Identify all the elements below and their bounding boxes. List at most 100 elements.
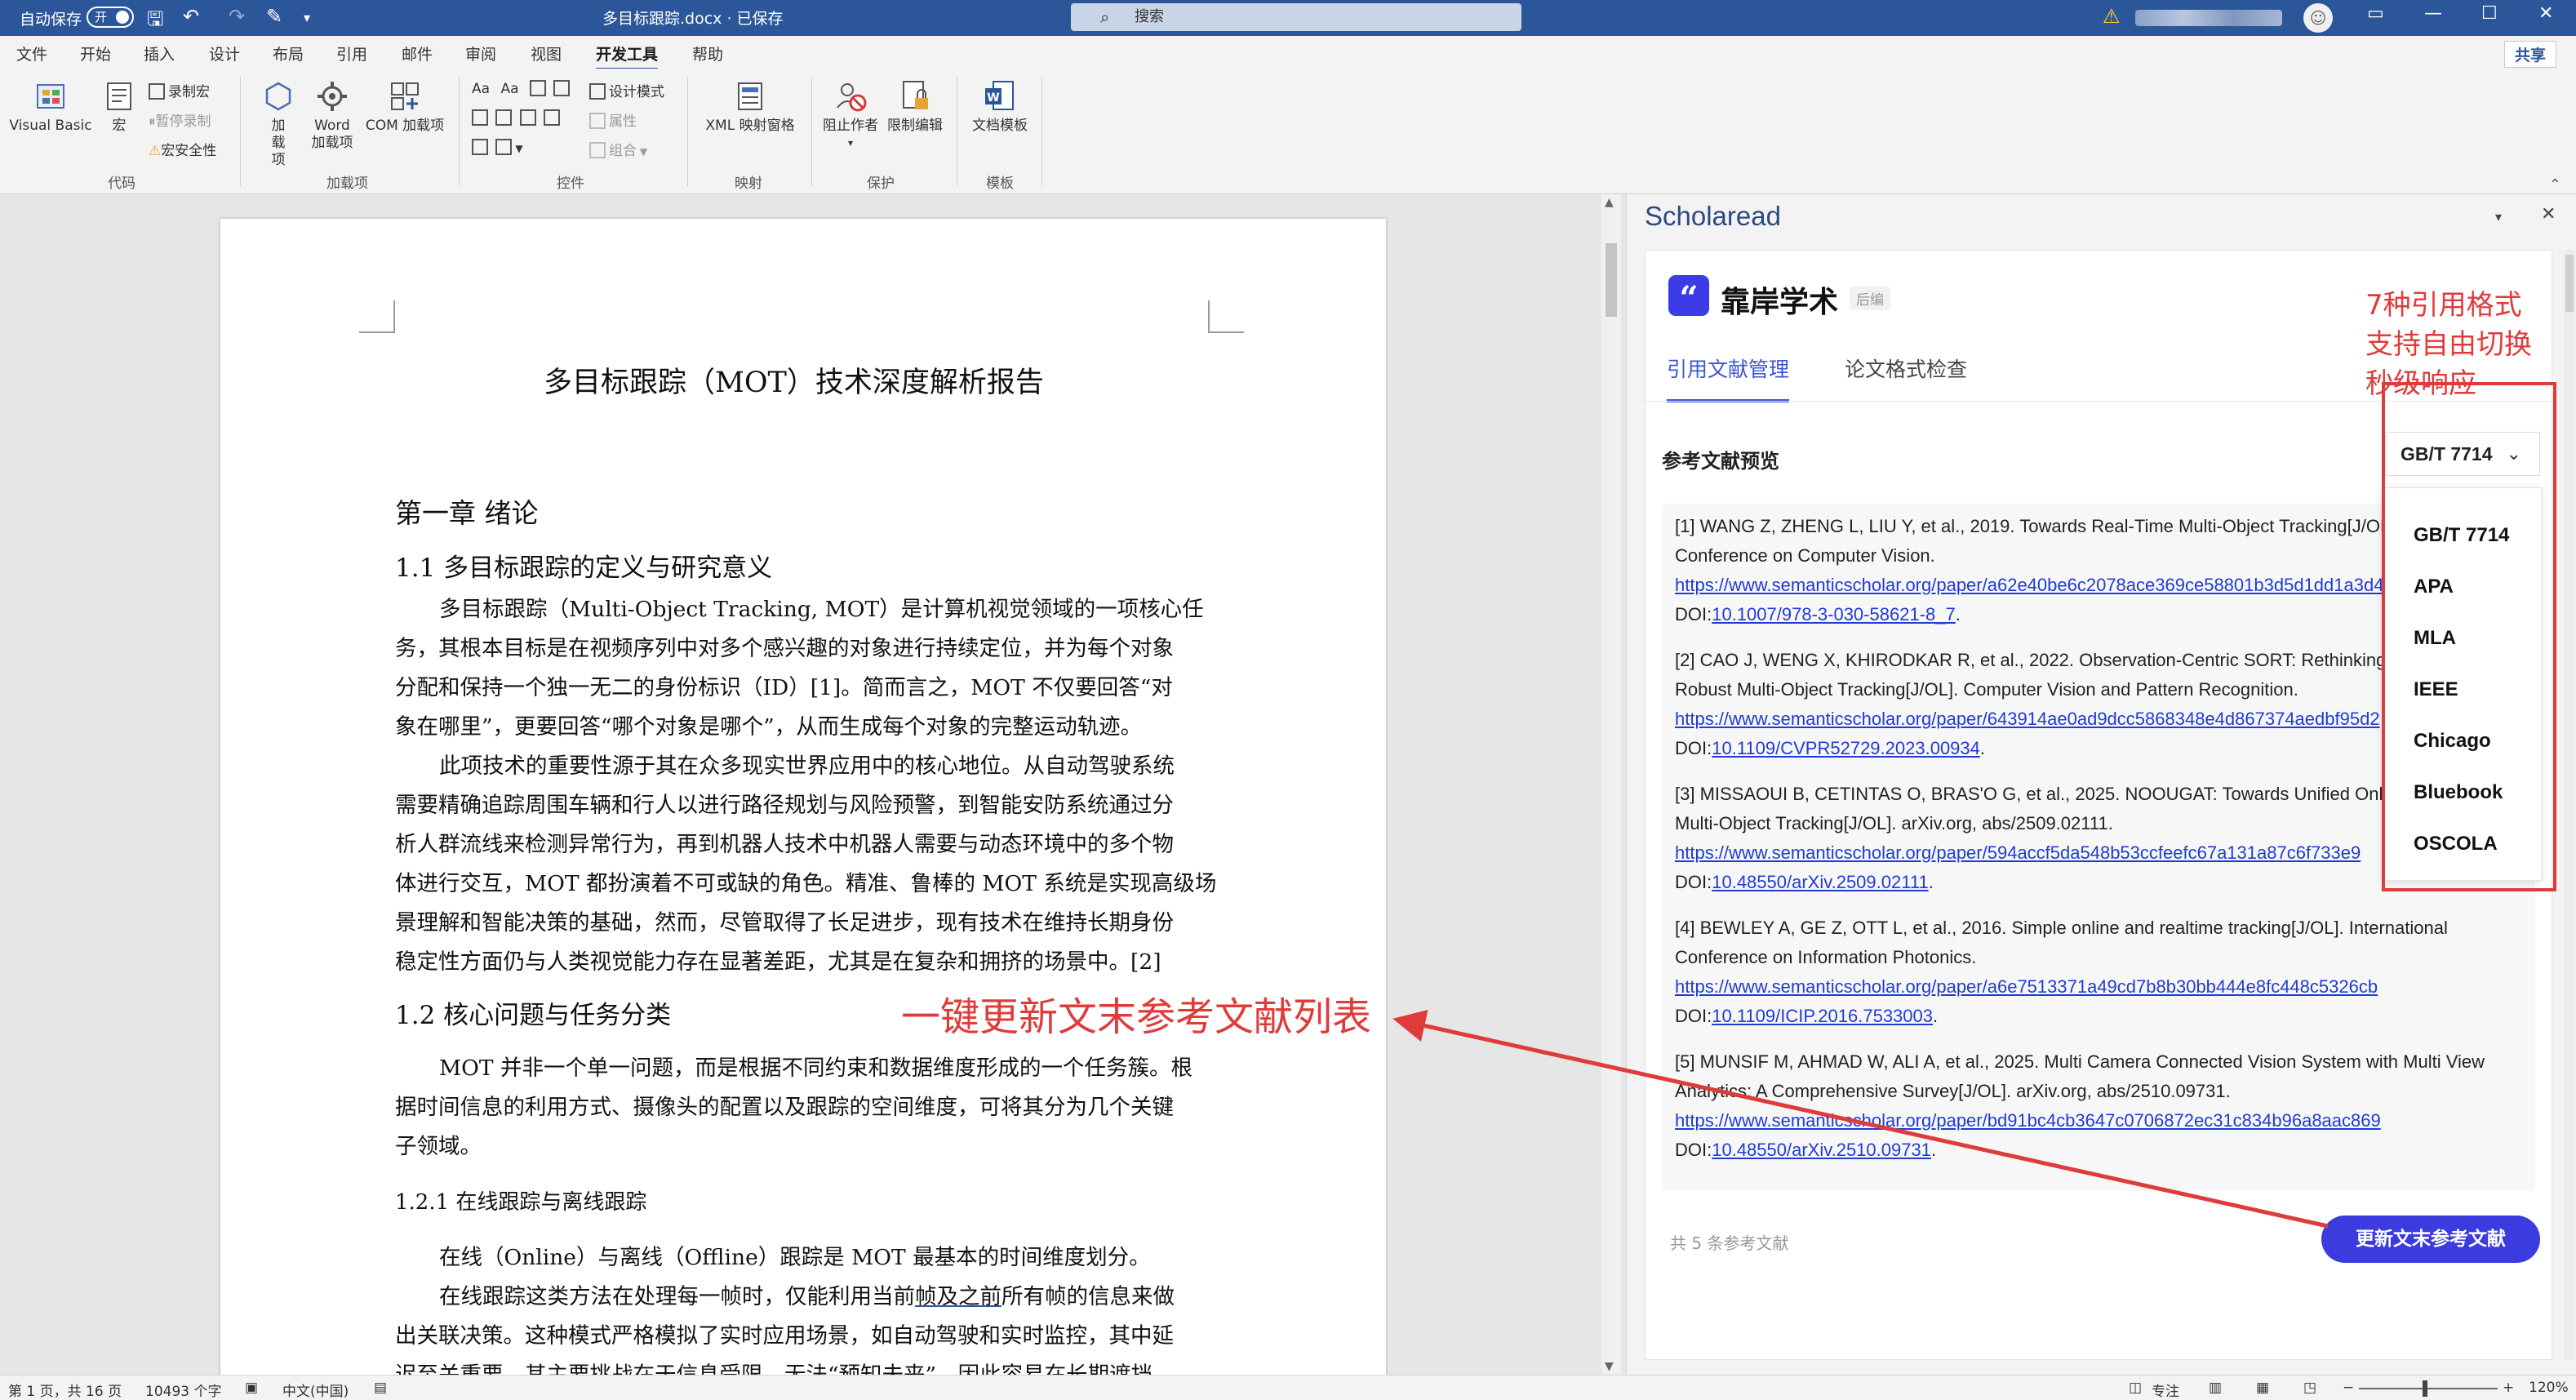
search-box[interactable]: ⌕ 搜索 (1071, 3, 1521, 31)
scrollbar-thumb[interactable] (2565, 255, 2574, 312)
paragraph-line[interactable]: 多目标跟踪（Multi-Object Tracking, MOT）是计算机视觉领… (439, 591, 1204, 623)
macro-security-button[interactable]: ⚠宏安全性 (149, 139, 216, 159)
reference-url[interactable]: https://www.semanticscholar.org/paper/a6… (1675, 571, 2383, 600)
collapse-ribbon-icon[interactable]: ⌃ (2549, 176, 2561, 193)
tab-references[interactable]: 引用 (336, 42, 367, 64)
paragraph-line[interactable]: 务，其根本目标是在视频序列中对多个感兴趣的对象进行持续定位，并为每个对象 (395, 630, 1174, 662)
page-count[interactable]: 第 1 页，共 16 页 (8, 1380, 122, 1400)
record-macro-button[interactable]: 录制宏 (149, 80, 210, 100)
tab-citation-management[interactable]: 引用文献管理 (1667, 353, 1790, 402)
tab-developer[interactable]: 开发工具 (596, 42, 659, 71)
tab-mailings[interactable]: 邮件 (402, 42, 433, 64)
tab-review[interactable]: 审阅 (465, 42, 496, 64)
accessibility-icon[interactable]: ▤ (374, 1380, 387, 1396)
minimize-icon[interactable]: — (2424, 3, 2442, 24)
paragraph-line[interactable]: 分配和保持一个独一无二的身份标识（ID）[1]。简而言之，MOT 不仅要回答“对 (395, 669, 1173, 701)
document-title[interactable]: 多目标跟踪.docx · 已保存 (602, 7, 784, 29)
document-scrollbar[interactable]: ▲ ▼ (1601, 194, 1621, 1375)
tab-home[interactable]: 开始 (80, 42, 111, 64)
combobox-control-icon[interactable] (495, 109, 513, 126)
checkbox-control-icon[interactable] (472, 109, 488, 126)
paragraph-line[interactable]: 子领域。 (395, 1128, 482, 1160)
date-picker-control-icon[interactable] (544, 109, 561, 126)
zoom-slider[interactable] (2359, 1388, 2498, 1389)
group-button[interactable]: 组合 ▼ (589, 139, 647, 159)
reference-url[interactable]: https://www.semanticscholar.org/paper/59… (1675, 838, 2361, 868)
zoom-in-icon[interactable]: + (2503, 1380, 2514, 1396)
zoom-out-icon[interactable]: − (2343, 1380, 2354, 1396)
document-page[interactable]: 多目标跟踪（MOT）技术深度解析报告 第一章 绪论 1.1 多目标跟踪的定义与研… (220, 219, 1386, 1386)
reference-link[interactable]: https://www.semanticscholar.org/paper/a6… (1675, 976, 2378, 997)
update-references-button[interactable]: 更新文末参考文献 (2321, 1216, 2540, 1263)
paragraph-line[interactable]: 此项技术的重要性源于其在众多现实世界应用中的核心地位。从自动驾驶系统 (439, 748, 1175, 780)
doi-link[interactable]: 10.1109/ICIP.2016.7533003 (1712, 1006, 1933, 1026)
paragraph-line[interactable]: 析人群流线来检测异常行为，再到机器人技术中机器人需要与动态环境中的多个物 (395, 826, 1174, 858)
doi-link[interactable]: 10.48550/arXiv.2510.09731 (1712, 1140, 1931, 1160)
web-layout-icon[interactable]: ◳ (2303, 1380, 2316, 1396)
maximize-icon[interactable]: ☐ (2481, 3, 2498, 24)
autosave-toggle[interactable]: 开 (87, 7, 134, 28)
format-painter-icon[interactable]: ✎ (266, 5, 282, 28)
building-block-control-icon[interactable] (553, 80, 571, 96)
macros-button[interactable]: 宏 (98, 78, 140, 135)
customize-qat-icon[interactable]: ▾ (304, 10, 310, 25)
close-icon[interactable]: ✕ (2538, 3, 2553, 24)
paragraph-line[interactable]: 景理解和智能决策的基础，然而，尽管取得了长足进步，现有技术在维持长期身份 (395, 904, 1174, 936)
paragraph-line[interactable]: 需要精确追踪周围车辆和行人以进行路径规划与风险预警，到智能安防系统通过分 (395, 787, 1174, 819)
pane-close-icon[interactable]: ✕ (2541, 204, 2556, 224)
repeating-section-icon[interactable] (472, 139, 488, 155)
paragraph-line[interactable]: 在线（Online）与离线（Offline）跟踪是 MOT 最基本的时间维度划分… (439, 1239, 1151, 1271)
reference-url[interactable]: https://www.semanticscholar.org/paper/a6… (1675, 972, 2378, 1002)
paragraph-line[interactable]: 在线跟踪这类方法在处理每一帧时，仅能利用当前帧及之前所有帧的信息来做 (439, 1278, 1175, 1310)
print-layout-icon[interactable]: ▦ (2256, 1380, 2269, 1396)
reference-link[interactable]: https://www.semanticscholar.org/paper/bd… (1675, 1110, 2381, 1131)
scroll-up-icon[interactable]: ▲ (1605, 196, 1614, 209)
properties-button[interactable]: 属性 (589, 109, 637, 130)
paragraph-line[interactable]: 出关联决策。这种模式严格模拟了实时应用场景，如自动驾驶和实时监控，其中延 (395, 1318, 1174, 1349)
paragraph-line[interactable]: 稳定性方面仍与人类视觉能力存在显著差距，尤其是在复杂和拥挤的场景中。[2] (395, 944, 1161, 976)
document-heading[interactable]: 多目标跟踪（MOT）技术深度解析报告 (544, 359, 1044, 401)
word-count[interactable]: 10493 个字 (145, 1380, 221, 1400)
text-controls[interactable]: Aa Aa (472, 80, 573, 97)
pane-options-icon[interactable]: ▾ (2495, 209, 2502, 224)
tab-design[interactable]: 设计 (209, 42, 240, 64)
reference-link[interactable]: https://www.semanticscholar.org/paper/59… (1675, 842, 2361, 863)
paragraph-line[interactable]: MOT 并非一个单一问题，而是根据不同约束和数据维度形成的一个任务簇。根 (439, 1050, 1193, 1082)
section-heading[interactable]: 1.1 多目标跟踪的定义与研究意义 (395, 547, 772, 584)
zoom-slider-thumb[interactable] (2423, 1380, 2427, 1397)
zoom-level[interactable]: 120% (2529, 1380, 2569, 1396)
warning-icon[interactable]: ⚠ (2103, 5, 2121, 28)
legacy-controls[interactable]: ▼ (472, 139, 523, 156)
tab-view[interactable]: 视图 (531, 42, 562, 64)
scroll-down-icon[interactable]: ▼ (1605, 1360, 1614, 1373)
tab-file[interactable]: 文件 (16, 42, 47, 64)
tab-insert[interactable]: 插入 (144, 42, 175, 64)
pane-scrollbar[interactable] (2564, 250, 2575, 1360)
pause-recording-button[interactable]: ⏸暂停录制 (149, 109, 211, 130)
legacy-tools-icon[interactable] (495, 139, 513, 155)
xml-mapping-pane-button[interactable]: XML 映射窗格 (697, 78, 803, 135)
paragraph-line[interactable]: 据时间信息的利用方式、摄像头的配置以及跟踪的空间维度，可将其分为几个关键 (395, 1089, 1174, 1121)
doi-link[interactable]: 10.48550/arXiv.2509.02111 (1712, 872, 1928, 892)
tab-help[interactable]: 帮助 (692, 42, 723, 64)
picture-control-icon[interactable] (529, 80, 546, 96)
tab-layout[interactable]: 布局 (273, 42, 304, 64)
redo-icon[interactable]: ↷ (229, 5, 245, 28)
reference-link[interactable]: https://www.semanticscholar.org/paper/a6… (1675, 575, 2383, 595)
visual-basic-button[interactable]: Visual Basic (8, 78, 93, 135)
reference-url[interactable]: https://www.semanticscholar.org/paper/bd… (1675, 1106, 2381, 1136)
scrollbar-thumb[interactable] (1606, 243, 1617, 317)
save-icon[interactable]: 🖫 (147, 5, 163, 38)
paragraph-line[interactable]: 象在哪里”，更要回答“哪个对象是哪个”，从而生成每个对象的完整运动轨迹。 (395, 709, 1142, 740)
ribbon-display-icon[interactable]: ▭ (2367, 3, 2384, 24)
tab-format-check[interactable]: 论文格式检查 (1845, 353, 1967, 383)
doi-link[interactable]: 10.1109/CVPR52729.2023.00934 (1712, 738, 1980, 758)
avatar[interactable]: ☺ (2303, 3, 2333, 33)
document-template-button[interactable]: W 文档模板 (965, 78, 1035, 135)
language-indicator[interactable]: 中文(中国) (282, 1380, 349, 1400)
read-mode-icon[interactable]: ▥ (2209, 1380, 2222, 1396)
form-controls[interactable] (472, 109, 563, 127)
share-button[interactable]: 共享 (2503, 41, 2556, 68)
section-heading[interactable]: 1.2 核心问题与任务分类 (395, 994, 671, 1031)
addins-button[interactable]: 加载项 (258, 78, 299, 169)
